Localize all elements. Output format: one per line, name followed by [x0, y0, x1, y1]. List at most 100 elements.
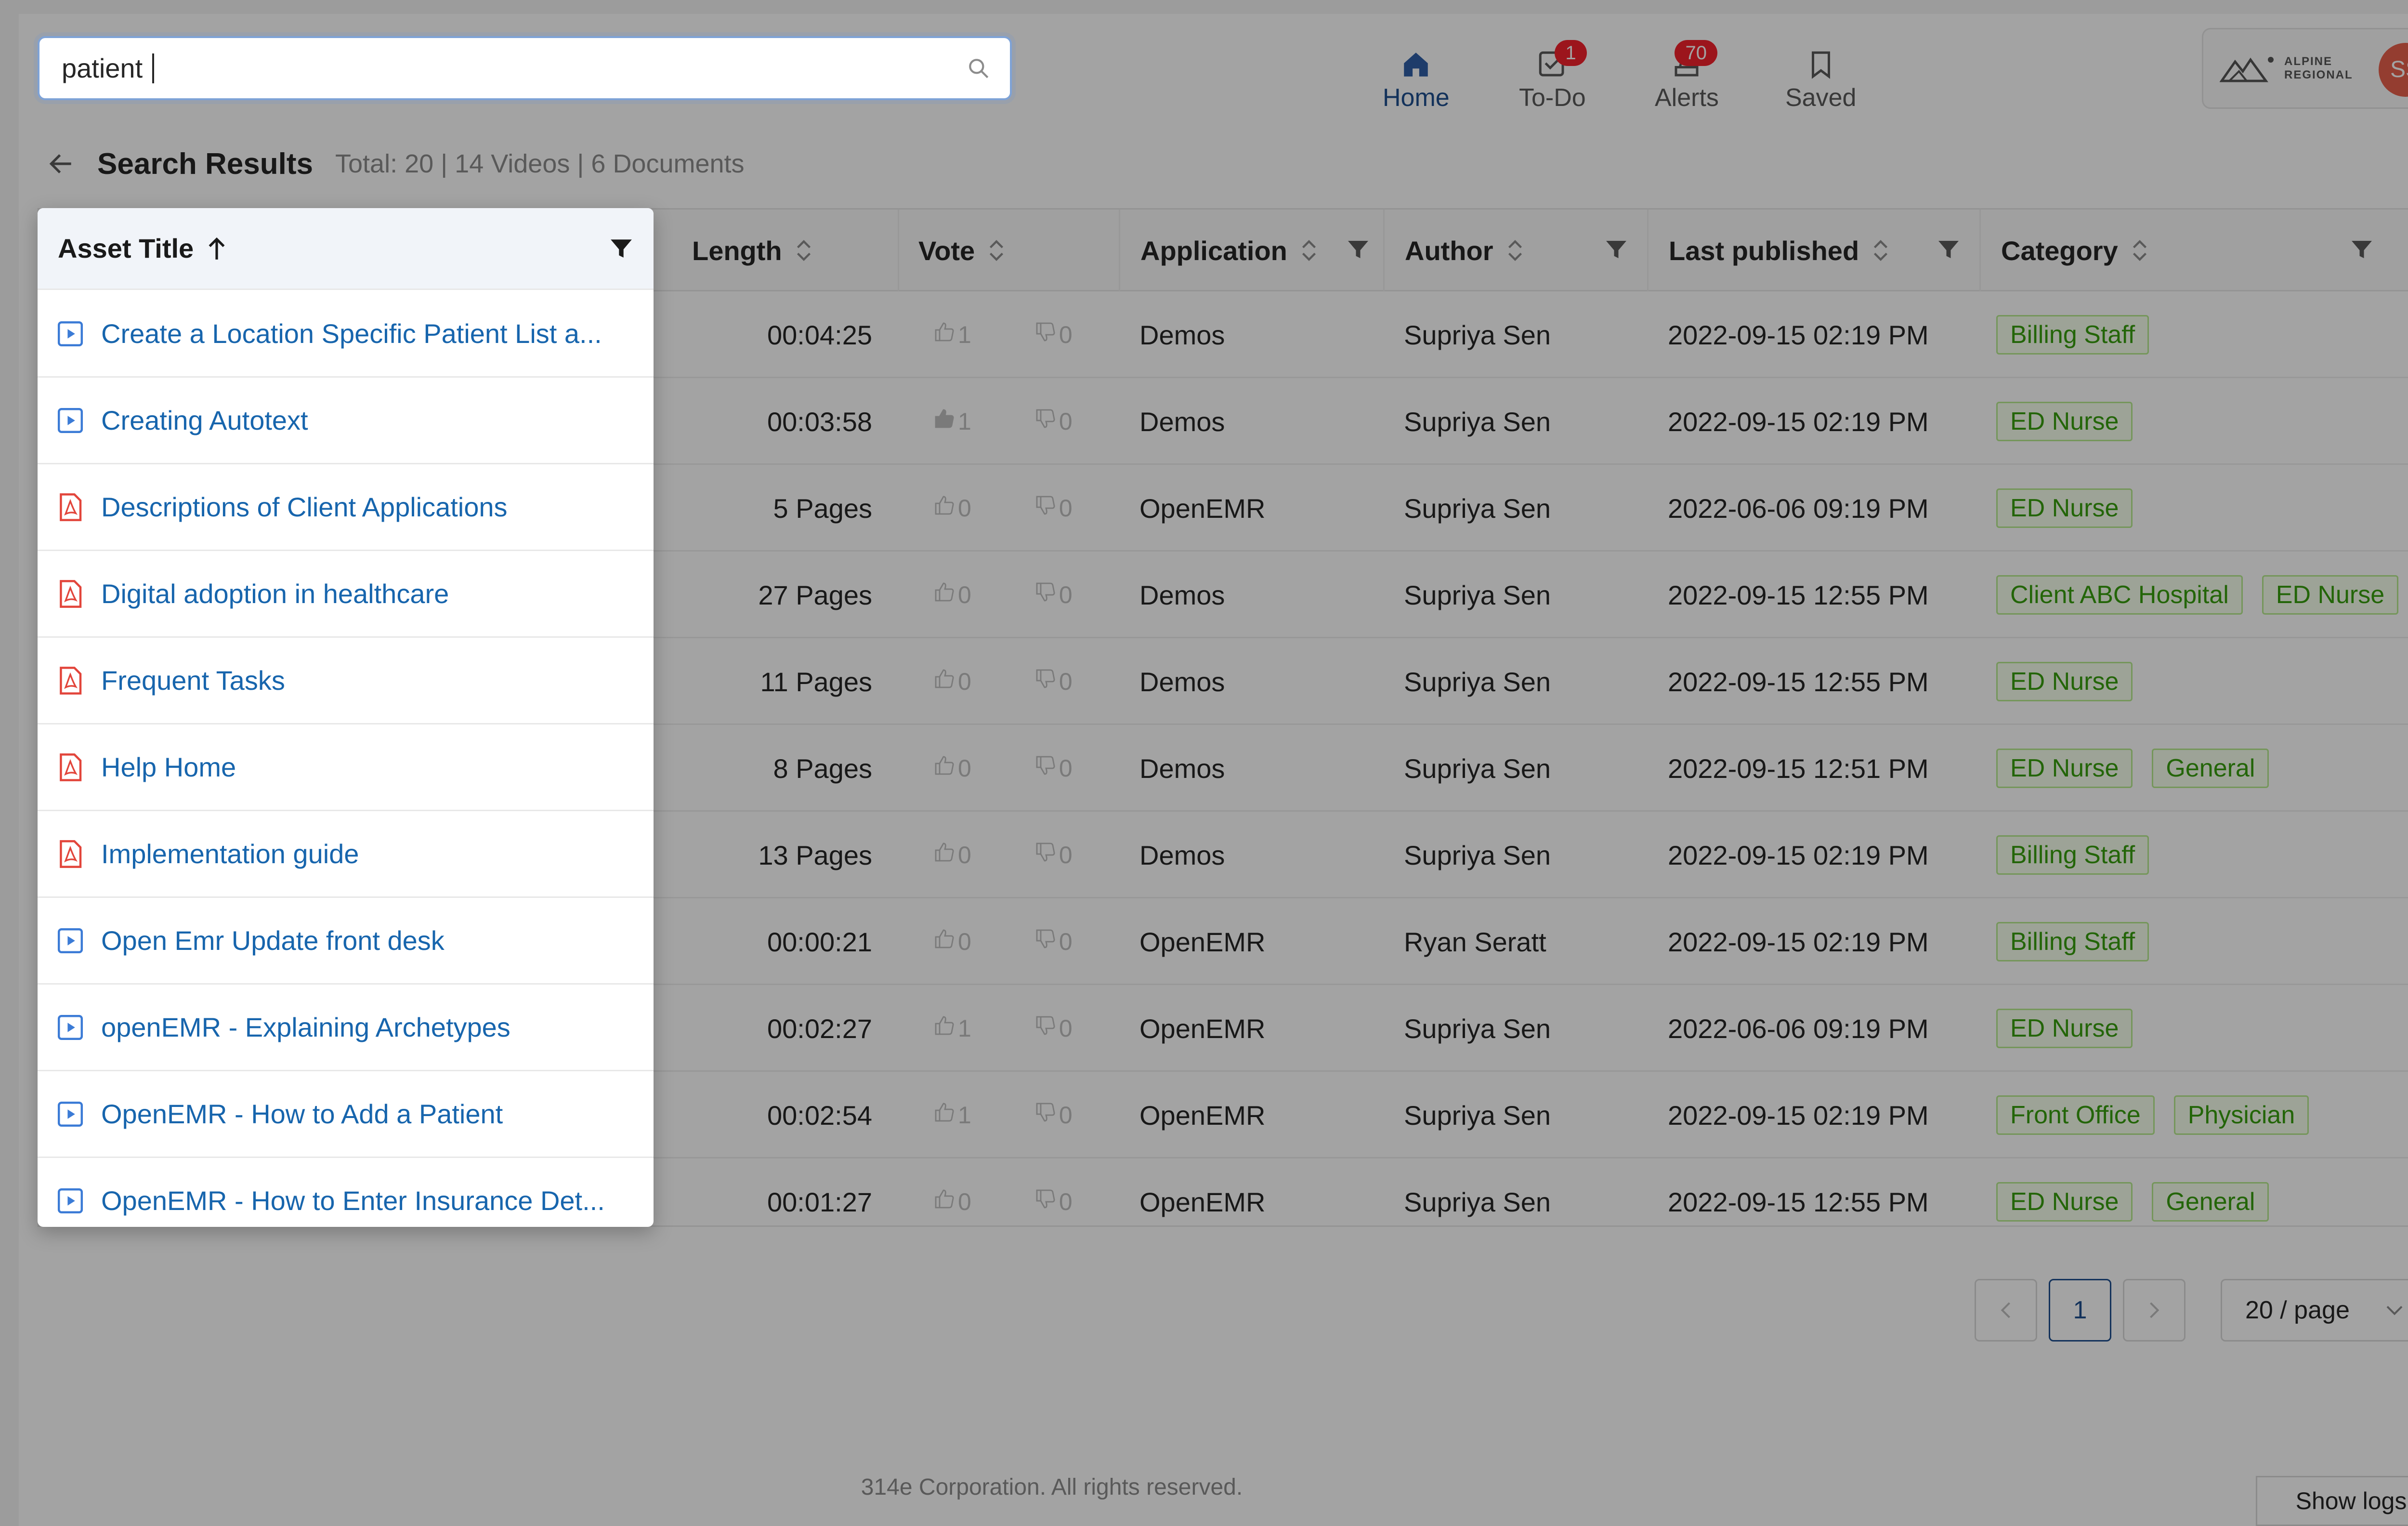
asset-title-link[interactable]: Open Emr Update front desk	[101, 925, 641, 956]
asset-title-row[interactable]: Open Emr Update front desk	[38, 898, 654, 985]
category-tag[interactable]: General	[2152, 749, 2269, 788]
upvote-button[interactable]: 0	[933, 754, 971, 783]
upvote-button[interactable]: 0	[933, 1187, 971, 1216]
column-last-published[interactable]: Last published	[1649, 210, 1981, 291]
org-switcher[interactable]: ALPINE REGIONAL SS	[2202, 28, 2408, 109]
downvote-button[interactable]: 0	[1034, 1101, 1073, 1130]
asset-title-link[interactable]: Implementation guide	[101, 838, 641, 869]
downvote-button[interactable]: 0	[1034, 927, 1073, 956]
column-application[interactable]: Application	[1120, 210, 1385, 291]
column-length[interactable]: Length	[675, 210, 899, 291]
asset-title-row[interactable]: openEMR - Explaining Archetypes	[38, 985, 654, 1071]
asset-title-row[interactable]: Implementation guide	[38, 811, 654, 898]
nav-saved[interactable]: Saved	[1785, 49, 1856, 116]
downvote-button[interactable]: 0	[1034, 1187, 1073, 1216]
chevron-down-icon	[2386, 1306, 2403, 1316]
downvote-button[interactable]: 0	[1034, 407, 1073, 436]
downvote-button[interactable]: 0	[1034, 841, 1073, 869]
upvote-button[interactable]: 1	[933, 407, 971, 436]
category-cell: Billing Staff	[1996, 812, 2402, 898]
asset-title-link[interactable]: Creating Autotext	[101, 405, 641, 436]
category-tag[interactable]: ED Nurse	[1996, 749, 2133, 788]
avatar[interactable]: SS	[2379, 43, 2408, 97]
asset-title-row[interactable]: Descriptions of Client Applications	[38, 464, 654, 551]
category-tag[interactable]: ED Nurse	[1996, 488, 2133, 528]
category-tag[interactable]: Billing Staff	[1996, 315, 2149, 355]
filter-icon[interactable]	[1605, 237, 1628, 262]
sort-ascending-icon[interactable]	[206, 236, 227, 261]
search-icon[interactable]	[967, 56, 991, 80]
downvote-button[interactable]: 0	[1034, 580, 1073, 609]
asset-title-row[interactable]: Help Home	[38, 724, 654, 811]
category-tag[interactable]: ED Nurse	[1996, 662, 2133, 701]
upvote-button[interactable]: 1	[933, 1014, 971, 1043]
column-category[interactable]: Category	[1981, 210, 2408, 291]
nav-alerts[interactable]: 70 Alerts	[1655, 40, 1719, 116]
asset-title-link[interactable]: Descriptions of Client Applications	[101, 491, 641, 523]
category-tag[interactable]: ED Nurse	[2262, 575, 2399, 615]
upvote-button[interactable]: 1	[933, 1101, 971, 1130]
category-tag[interactable]: Client ABC Hospital	[1996, 575, 2243, 615]
asset-title-link[interactable]: Digital adoption in healthcare	[101, 578, 641, 609]
sort-icon[interactable]	[1507, 238, 1523, 263]
category-tag[interactable]: Billing Staff	[1996, 835, 2149, 875]
category-tag[interactable]: General	[2152, 1182, 2269, 1222]
sort-icon[interactable]	[796, 238, 812, 263]
asset-title-link[interactable]: OpenEMR - How to Add a Patient	[101, 1098, 641, 1130]
filter-icon[interactable]	[609, 236, 633, 261]
application-cell: OpenEMR	[1139, 1013, 1266, 1044]
author-cell: Supriya Sen	[1404, 579, 1551, 610]
nav-todo[interactable]: 1 To-Do	[1519, 40, 1587, 116]
application-cell: Demos	[1139, 840, 1225, 870]
upvote-button[interactable]: 1	[933, 320, 971, 349]
upvote-button[interactable]: 0	[933, 667, 971, 696]
asset-title-link[interactable]: Frequent Tasks	[101, 665, 641, 696]
back-arrow-icon[interactable]	[46, 149, 76, 179]
show-logs-button[interactable]: Show logs	[2256, 1476, 2408, 1526]
downvote-button[interactable]: 0	[1034, 754, 1073, 783]
upvote-button[interactable]: 0	[933, 927, 971, 956]
filter-icon[interactable]	[1937, 237, 1960, 262]
asset-title-link[interactable]: openEMR - Explaining Archetypes	[101, 1012, 641, 1043]
category-tag[interactable]: ED Nurse	[1996, 1009, 2133, 1048]
category-tag[interactable]: ED Nurse	[1996, 1182, 2133, 1222]
category-cell: Client ABC Hospital ED Nurse	[1996, 552, 2402, 638]
asset-title-row[interactable]: Create a Location Specific Patient List …	[38, 291, 654, 378]
upvote-button[interactable]: 0	[933, 580, 971, 609]
page-size-select[interactable]: 20 / page	[2221, 1279, 2408, 1342]
asset-title-row[interactable]: OpenEMR - How to Enter Insurance Det...	[38, 1158, 654, 1227]
search-box[interactable]	[38, 36, 1012, 100]
column-asset-title[interactable]: Asset Title	[38, 208, 654, 290]
downvote-button[interactable]: 0	[1034, 1014, 1073, 1043]
downvote-button[interactable]: 0	[1034, 494, 1073, 523]
column-vote[interactable]: Vote	[899, 210, 1120, 291]
asset-title-link[interactable]: Help Home	[101, 751, 641, 783]
search-input[interactable]	[62, 53, 153, 84]
asset-title-row[interactable]: OpenEMR - How to Add a Patient	[38, 1071, 654, 1158]
asset-title-row[interactable]: Frequent Tasks	[38, 638, 654, 724]
next-page-button[interactable]	[2123, 1279, 2186, 1342]
asset-title-link[interactable]: Create a Location Specific Patient List …	[101, 318, 641, 349]
sort-icon[interactable]	[2132, 238, 2148, 263]
prev-page-button[interactable]	[1975, 1279, 2037, 1342]
sort-icon[interactable]	[1872, 238, 1889, 263]
downvote-button[interactable]: 0	[1034, 667, 1073, 696]
sort-icon[interactable]	[1301, 238, 1317, 263]
nav-home[interactable]: Home	[1383, 49, 1450, 116]
downvote-button[interactable]: 0	[1034, 320, 1073, 349]
category-tag[interactable]: Physician	[2173, 1095, 2309, 1135]
asset-title-row[interactable]: Digital adoption in healthcare	[38, 551, 654, 638]
upvote-button[interactable]: 0	[933, 494, 971, 523]
upvote-button[interactable]: 0	[933, 841, 971, 869]
filter-icon[interactable]	[1347, 237, 1370, 262]
asset-title-row[interactable]: Creating Autotext	[38, 378, 654, 464]
filter-icon[interactable]	[2350, 237, 2373, 262]
page-1-button[interactable]: 1	[2049, 1279, 2111, 1342]
sort-icon[interactable]	[988, 238, 1005, 263]
author-cell: Supriya Sen	[1404, 753, 1551, 784]
category-tag[interactable]: Front Office	[1996, 1095, 2155, 1135]
column-author[interactable]: Author	[1385, 210, 1649, 291]
category-tag[interactable]: Billing Staff	[1996, 922, 2149, 961]
asset-title-link[interactable]: OpenEMR - How to Enter Insurance Det...	[101, 1185, 641, 1216]
category-tag[interactable]: ED Nurse	[1996, 402, 2133, 441]
